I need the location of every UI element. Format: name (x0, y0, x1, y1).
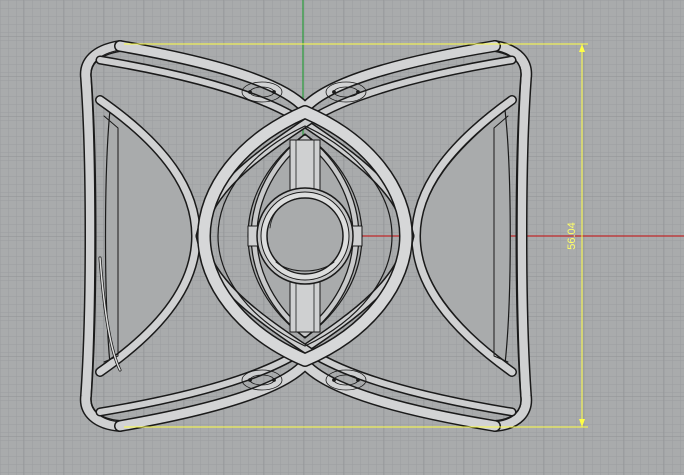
viewport-canvas[interactable]: 56.04 (0, 0, 684, 475)
perspective-viewport[interactable]: 56.04 (0, 0, 684, 475)
dimension-value: 56.04 (566, 222, 578, 250)
center-stone-setting[interactable] (256, 187, 354, 285)
